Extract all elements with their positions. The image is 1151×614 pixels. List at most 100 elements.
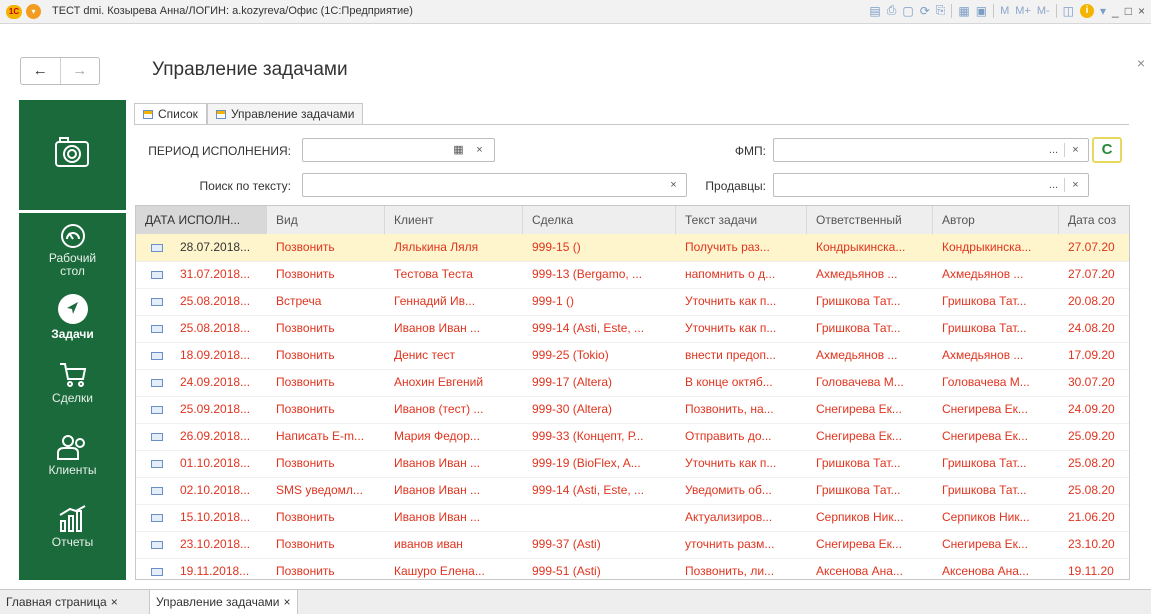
cell-created: 20.08.20 [1068,294,1115,308]
cell-task-text: Уточнить как п... [685,456,777,470]
table-row[interactable]: 23.10.2018... Позвонить иванов иван 999-37 … [136,531,1129,559]
close-form-button[interactable]: × [1137,55,1145,71]
table-row[interactable]: 28.07.2018... Позвонить Лялькина Ляля 999-1… [136,234,1129,262]
cell-task-text: Получить раз... [685,240,770,254]
table-row[interactable]: 24.09.2018... Позвонить Анохин Евгений 999-… [136,369,1129,397]
fmp-select-button[interactable]: ... [1045,142,1062,158]
table-row[interactable]: 02.10.2018... SMS уведомл... Иванов Иван .… [136,477,1129,505]
panels-icon[interactable]: ◫ [1063,4,1074,18]
column-header-responsible[interactable]: Ответственный [807,206,933,234]
task-icon [151,406,163,414]
period-field[interactable]: ▦ × [302,138,495,162]
table-row[interactable]: 25.09.2018... Позвонить Иванов (тест) ... 9… [136,396,1129,424]
sellers-field[interactable]: ... × [773,173,1089,197]
window-tab-home[interactable]: Главная страница × [0,590,124,614]
refresh-icon[interactable]: ⟳ [920,4,930,18]
column-header-type[interactable]: Вид [267,206,385,234]
table-row[interactable]: 25.08.2018... Встреча Геннадий Ив... 999-1 … [136,288,1129,316]
tasks-table[interactable]: ДАТА ИСПОЛН... Вид Клиент Сделка Текст з… [135,205,1130,580]
column-header-task-text[interactable]: Текст задачи [676,206,807,234]
table-row[interactable]: 25.08.2018... Позвонить Иванов Иван ... 999… [136,315,1129,343]
cell-task-text: Уточнить как п... [685,321,777,335]
m-button[interactable]: M [1000,5,1009,17]
print2-icon[interactable]: ⎘ [936,3,946,18]
tab-divider [134,124,1129,125]
fmp-field[interactable]: ... × [773,138,1089,162]
table-row[interactable]: 31.07.2018... Позвонить Тестова Теста 999-1… [136,261,1129,289]
task-icon [151,298,163,306]
m-plus-button[interactable]: M+ [1015,5,1031,17]
column-header-author[interactable]: Автор [933,206,1059,234]
cell-client: Мария Федор... [394,429,480,443]
sidebar-item-tasks[interactable]: Задачи [19,293,126,341]
cell-type: Встреча [276,294,322,308]
chevron-down-icon[interactable]: ▾ [1100,4,1106,18]
camera-icon[interactable] [54,135,90,169]
task-icon [151,244,163,252]
cell-due-date: 24.09.2018... [180,375,251,389]
m-minus-button[interactable]: M- [1037,5,1050,17]
preview-icon[interactable]: ▢ [902,4,913,18]
clear-fmp-button[interactable]: × [1067,142,1084,158]
cell-due-date: 23.10.2018... [180,537,251,551]
cell-deal: 999-37 (Asti) [532,537,601,551]
close-icon[interactable]: × [111,595,118,609]
cell-due-date: 01.10.2018... [180,456,251,470]
cell-created: 21.06.20 [1068,510,1115,524]
chart-icon [58,505,85,532]
sidebar-item-reports[interactable]: Отчеты [19,505,126,549]
close-window-button[interactable]: × [1138,4,1145,18]
search-input[interactable]: × [302,173,687,197]
tab-list[interactable]: Список [134,103,207,125]
clear-period-button[interactable]: × [471,142,488,158]
fmp-label: ФМП: [734,144,766,158]
sidebar-item-clients[interactable]: Клиенты [19,433,126,477]
minimize-button[interactable]: _ [1112,4,1119,18]
tab-task-management[interactable]: Управление задачами [206,103,364,125]
cell-created: 24.08.20 [1068,321,1115,335]
column-header-due-date[interactable]: ДАТА ИСПОЛН... [136,206,267,234]
refresh-button[interactable]: C [1092,137,1122,163]
cell-deal: 999-13 (Bergamo, ... [532,267,643,281]
field-divider [1064,143,1065,157]
cell-type: Позвонить [276,267,335,281]
sellers-select-button[interactable]: ... [1045,177,1062,193]
info-icon[interactable]: i [1080,3,1095,18]
cell-due-date: 28.07.2018... [180,240,251,254]
cell-responsible: Кондрыкинска... [816,240,906,254]
close-icon[interactable]: × [284,595,291,609]
calc-icon[interactable]: ▦ [958,4,969,18]
tab-label: Список [158,107,198,121]
maximize-button[interactable]: □ [1125,4,1132,18]
main-menu-button[interactable]: ▾ [26,4,41,19]
cell-responsible: Ахмедьянов ... [816,267,898,281]
table-row[interactable]: 01.10.2018... Позвонить Иванов Иван ... 999… [136,450,1129,478]
print-icon[interactable]: ⎙ [887,3,897,18]
table-row[interactable]: 18.09.2018... Позвонить Денис тест 999-25 (… [136,342,1129,370]
calendar-icon[interactable]: ▦ [450,142,467,158]
cell-responsible: Снегирева Ек... [816,537,902,551]
cell-author: Кондрыкинска... [942,240,1032,254]
clear-sellers-button[interactable]: × [1067,177,1084,193]
table-row[interactable]: 26.09.2018... Написать E-m... Мария Федор.… [136,423,1129,451]
task-icon [151,433,163,441]
table-row[interactable]: 19.11.2018... Позвонить Кашуро Елена... 999… [136,558,1129,579]
forward-button[interactable]: → [59,58,100,84]
calendar-icon[interactable]: ▣ [976,4,987,18]
back-button[interactable]: ← [21,58,60,84]
speedometer-icon [60,224,85,248]
cell-task-text: уточнить разм... [685,537,775,551]
cell-created: 25.08.20 [1068,456,1115,470]
table-header: ДАТА ИСПОЛН... Вид Клиент Сделка Текст з… [136,206,1129,235]
open-windows-bar: Главная страница × Управление задачами × [0,589,1151,614]
window-tab-task-management[interactable]: Управление задачами × [149,590,298,614]
sidebar-item-deals[interactable]: Сделки [19,361,126,405]
table-row[interactable]: 15.10.2018... Позвонить Иванов Иван ... Акт… [136,504,1129,532]
sidebar-item-desktop[interactable]: Рабочий стол [19,223,126,278]
sidebar-item-label: Задачи [51,327,94,341]
column-header-deal[interactable]: Сделка [523,206,676,234]
save-icon[interactable]: ▤ [869,4,880,18]
column-header-created[interactable]: Дата соз [1059,206,1129,234]
form-tabs: Список Управление задачами [134,103,364,125]
column-header-client[interactable]: Клиент [385,206,523,234]
